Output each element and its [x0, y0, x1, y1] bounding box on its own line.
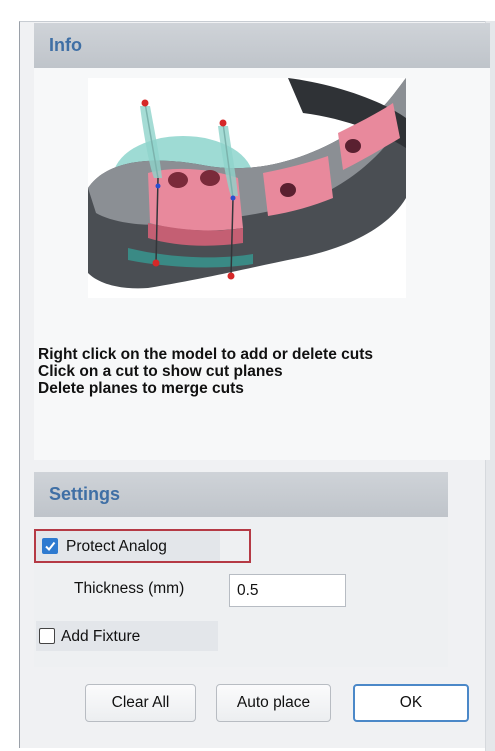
thickness-input[interactable]: [229, 574, 346, 607]
settings-title: Settings: [49, 484, 121, 504]
protect-analog-checkbox[interactable]: [42, 538, 58, 554]
protect-analog-label[interactable]: Protect Analog: [66, 538, 167, 556]
dental-model-illustration: [88, 78, 406, 289]
add-fixture-checkbox[interactable]: [39, 628, 55, 644]
thickness-label: Thickness (mm): [74, 580, 185, 597]
checkmark-icon: [45, 541, 56, 552]
settings-header: Settings: [34, 472, 448, 517]
clear-all-button[interactable]: Clear All: [85, 684, 196, 722]
info-title: Info: [49, 35, 82, 55]
instruction-line: Click on a cut to show cut planes: [38, 363, 283, 380]
instruction-line: Right click on the model to add or delet…: [38, 346, 374, 363]
ok-button[interactable]: OK: [353, 684, 469, 722]
add-fixture-label[interactable]: Add Fixture: [61, 628, 140, 646]
instruction-line: Delete planes to merge cuts: [38, 380, 244, 397]
model-preview-image[interactable]: [88, 78, 406, 298]
info-header: Info: [34, 23, 490, 68]
auto-place-button[interactable]: Auto place: [216, 684, 331, 722]
instructions-text: Right click on the model to add or delet…: [38, 346, 478, 397]
